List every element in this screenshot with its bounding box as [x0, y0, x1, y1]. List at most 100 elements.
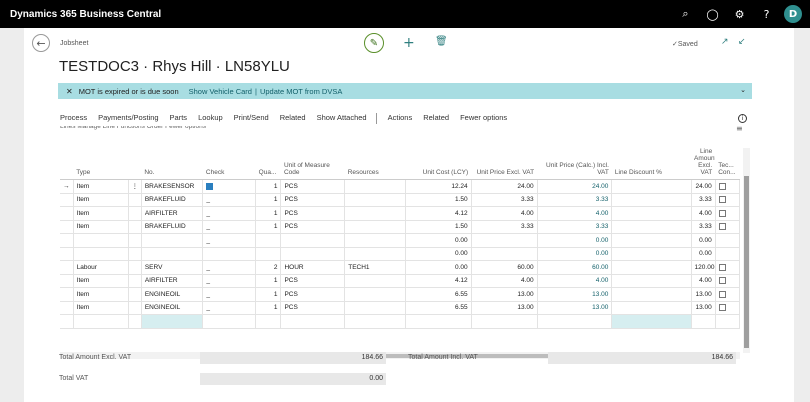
- cell-check[interactable]: _: [202, 233, 257, 248]
- col-price-excl[interactable]: Unit Price Excl. VAT: [471, 148, 538, 180]
- cell-line-amount[interactable]: 3.33: [691, 193, 716, 207]
- cell-resources[interactable]: TECH1: [344, 260, 406, 275]
- edit-button[interactable]: ✎: [364, 33, 384, 53]
- cell-quantity[interactable]: 1: [255, 274, 282, 288]
- col-price-incl[interactable]: Unit Price (Calc.) Incl. VAT: [537, 148, 612, 180]
- cell-uom[interactable]: PCS: [280, 193, 346, 207]
- cell-check[interactable]: [202, 247, 257, 261]
- cell-unit-cost[interactable]: 4.12: [405, 206, 472, 221]
- cell-quantity[interactable]: [255, 247, 282, 261]
- open-new-window-button[interactable]: ↗: [721, 37, 729, 47]
- cell-type[interactable]: Item: [73, 179, 129, 194]
- back-button[interactable]: ←: [32, 34, 50, 52]
- checkbox[interactable]: [718, 277, 726, 285]
- action-related[interactable]: Related: [280, 113, 306, 124]
- cell-unit-cost[interactable]: 1.50: [405, 193, 472, 207]
- row-menu[interactable]: [128, 193, 142, 207]
- row-menu[interactable]: [128, 301, 142, 315]
- col-tec[interactable]: Tec... Con...: [715, 148, 740, 180]
- cell-tec[interactable]: [715, 287, 741, 302]
- cell-line-discount[interactable]: [611, 247, 692, 261]
- cell-type[interactable]: [73, 233, 129, 248]
- row-menu[interactable]: ⋮: [128, 179, 142, 194]
- cell-uom[interactable]: HOUR: [280, 260, 346, 275]
- row-menu[interactable]: [128, 274, 142, 288]
- empty-cell[interactable]: [141, 314, 204, 329]
- col-line-amount[interactable]: Line Amount Excl. VAT: [691, 148, 716, 180]
- empty-cell[interactable]: [280, 314, 346, 329]
- cell-resources[interactable]: [344, 247, 406, 261]
- cell-type[interactable]: Item: [73, 206, 129, 221]
- cell-line-amount[interactable]: 13.00: [691, 287, 716, 302]
- add-button[interactable]: +: [403, 35, 415, 51]
- cell-quantity[interactable]: 1: [255, 287, 282, 302]
- cell-no[interactable]: AIRFILTER: [141, 206, 204, 221]
- table-row[interactable]: Item ENGINEOIL _ 1 PCS 6.55 13.00 13.00 13.00: [60, 301, 741, 315]
- cell-price-excl[interactable]: 13.00: [471, 301, 538, 315]
- cell-uom[interactable]: PCS: [280, 179, 346, 194]
- info-icon[interactable]: i: [738, 114, 747, 123]
- action-show-attached[interactable]: Show Attached: [317, 113, 367, 124]
- cell-line-discount[interactable]: [611, 220, 692, 234]
- avatar[interactable]: D: [784, 5, 802, 23]
- col-unit-cost[interactable]: Unit Cost (LCY): [405, 148, 472, 180]
- cell-quantity[interactable]: 1: [255, 193, 282, 207]
- cell-unit-cost[interactable]: 0.00: [405, 233, 472, 248]
- empty-cell[interactable]: [202, 314, 257, 329]
- cell-no[interactable]: BRAKEFLUID: [141, 193, 204, 207]
- cell-unit-cost[interactable]: 6.55: [405, 287, 472, 302]
- cell-uom[interactable]: [280, 233, 346, 248]
- cell-line-amount[interactable]: 13.00: [691, 301, 716, 315]
- col-quantity[interactable]: Qua...: [255, 148, 281, 180]
- cell-quantity[interactable]: 2: [255, 260, 282, 275]
- cell-resources[interactable]: [344, 220, 406, 234]
- row-menu[interactable]: [128, 247, 142, 261]
- cell-price-excl[interactable]: 3.33: [471, 193, 538, 207]
- cell-tec[interactable]: [715, 193, 741, 207]
- cell-line-amount[interactable]: 3.33: [691, 220, 716, 234]
- cell-tec[interactable]: [715, 206, 741, 221]
- delete-button[interactable]: 🗑︎: [435, 36, 448, 47]
- row-menu[interactable]: [128, 260, 142, 275]
- cell-line-discount[interactable]: [611, 206, 692, 221]
- collapse-button[interactable]: ↙: [738, 37, 746, 47]
- cell-resources[interactable]: [344, 274, 406, 288]
- table-row[interactable]: Item AIRFILTER _ 1 PCS 4.12 4.00 4.00 4.00: [60, 206, 741, 221]
- cell-line-discount[interactable]: [611, 233, 692, 248]
- cell-uom[interactable]: PCS: [280, 274, 346, 288]
- cell-price-excl[interactable]: 60.00: [471, 260, 538, 275]
- checkbox[interactable]: [718, 263, 726, 271]
- table-row[interactable]: Item BRAKEFLUID _ 1 PCS 1.50 3.33 3.33 3.33: [60, 193, 741, 207]
- cell-check[interactable]: _: [202, 193, 257, 207]
- cell-resources[interactable]: [344, 301, 406, 315]
- cell-tec[interactable]: [715, 274, 741, 288]
- search-icon[interactable]: ⌕: [672, 7, 699, 21]
- checkbox[interactable]: [718, 290, 726, 298]
- cell-resources[interactable]: [344, 193, 406, 207]
- empty-cell[interactable]: [73, 314, 129, 329]
- row-menu[interactable]: [128, 233, 142, 248]
- col-resources[interactable]: Resources: [344, 148, 406, 180]
- cell-price-excl[interactable]: 4.00: [471, 274, 538, 288]
- cell-check[interactable]: _: [202, 301, 257, 315]
- cell-tec[interactable]: [715, 220, 741, 234]
- cell-no[interactable]: BRAKEFLUID: [141, 220, 204, 234]
- cell-line-amount[interactable]: 0.00: [691, 247, 716, 261]
- cell-price-excl[interactable]: [471, 233, 538, 248]
- cell-no[interactable]: [141, 233, 204, 248]
- cell-line-amount[interactable]: 4.00: [691, 274, 716, 288]
- col-type[interactable]: Type: [73, 148, 129, 180]
- empty-cell[interactable]: [60, 314, 74, 329]
- cell-type[interactable]: Item: [73, 301, 129, 315]
- cell-line-discount[interactable]: [611, 301, 692, 315]
- action-actions[interactable]: Actions: [388, 113, 413, 124]
- cell-uom[interactable]: PCS: [280, 220, 346, 234]
- cell-no[interactable]: ENGINEOIL: [141, 287, 204, 302]
- cell-price-incl[interactable]: 4.00: [537, 274, 613, 288]
- update-mot-link[interactable]: Update MOT from DVSA: [260, 87, 342, 96]
- checkbox[interactable]: [718, 304, 726, 312]
- lines-subactions[interactable]: Lines Manage Line Functions Order Fewer …: [60, 126, 206, 131]
- cell-check[interactable]: _: [202, 287, 257, 302]
- cell-type[interactable]: Item: [73, 220, 129, 234]
- cell-quantity[interactable]: 1: [255, 206, 282, 221]
